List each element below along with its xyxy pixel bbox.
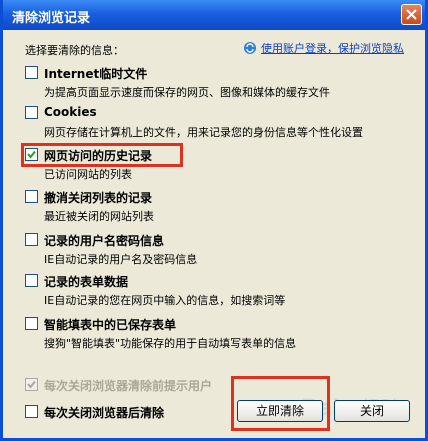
option-title: 每次关闭浏览器后清除 — [44, 406, 165, 420]
option-title: 智能填表中的已保存表单 — [44, 318, 177, 332]
sync-icon — [243, 41, 257, 55]
checkbox-form-data[interactable] — [25, 274, 38, 287]
option-description: 为提高页面显示速度而保存的网页、图像和媒体的缓存文件 — [44, 86, 330, 99]
option-title: 记录的表单数据 — [44, 275, 129, 289]
checkbox-cookies[interactable] — [25, 106, 38, 119]
checkbox-clear-on-close[interactable] — [25, 405, 38, 418]
option-title: 每次关闭浏览器清除前提示用户 — [44, 379, 213, 393]
checkmark-icon — [27, 150, 36, 159]
checkbox-closed-tabs[interactable] — [25, 190, 38, 203]
prompt-label: 选择要清除的信息： — [25, 44, 124, 57]
checkbox-internet-temp-files[interactable] — [25, 66, 38, 79]
close-button[interactable]: 关闭 — [334, 400, 410, 422]
option-description: 最近被关闭的网站列表 — [44, 210, 154, 223]
option-title: 记录的用户名密码信息 — [44, 234, 165, 248]
option-description: 已访问网站的列表 — [44, 168, 132, 181]
checkmark-icon — [27, 380, 36, 389]
checkbox-saved-forms[interactable] — [25, 317, 38, 330]
option-description: 网页存储在计算机上的文件，用来记录您的身份信息等个性化设置 — [44, 126, 363, 139]
privacy-link-text: 使用账户登录，保护浏览隐私 — [261, 42, 404, 55]
option-description: IE自动记录的您在网页中输入的信息，如搜索词等 — [44, 294, 286, 307]
checkbox-prompt-before-clear — [25, 378, 38, 391]
checkbox-history[interactable] — [25, 148, 38, 161]
window-title: 清除浏览记录 — [12, 11, 91, 26]
checkbox-passwords[interactable] — [25, 233, 38, 246]
dialog-content: 选择要清除的信息： 使用账户登录，保护浏览隐私 Internet临时文件 为提高… — [3, 30, 425, 438]
clear-history-dialog: 清除浏览记录 选择要清除的信息： 使用账户登录，保护浏览隐私 Internet临… — [0, 0, 428, 441]
option-description: 搜狗"智能填表"功能保存的用于自动填写表单的信息 — [44, 337, 297, 350]
close-window-button[interactable] — [401, 4, 422, 25]
privacy-link[interactable]: 使用账户登录，保护浏览隐私 — [243, 40, 404, 56]
option-description: IE自动记录的用户名及密码信息 — [44, 253, 198, 266]
option-title: Internet临时文件 — [44, 67, 148, 81]
option-title: 撤消关闭列表的记录 — [44, 191, 153, 205]
clear-now-button[interactable]: 立即清除 — [237, 400, 323, 422]
title-bar: 清除浏览记录 — [3, 0, 425, 30]
option-title: 网页访问的历史记录 — [44, 149, 153, 163]
option-title: Cookies — [44, 105, 97, 119]
